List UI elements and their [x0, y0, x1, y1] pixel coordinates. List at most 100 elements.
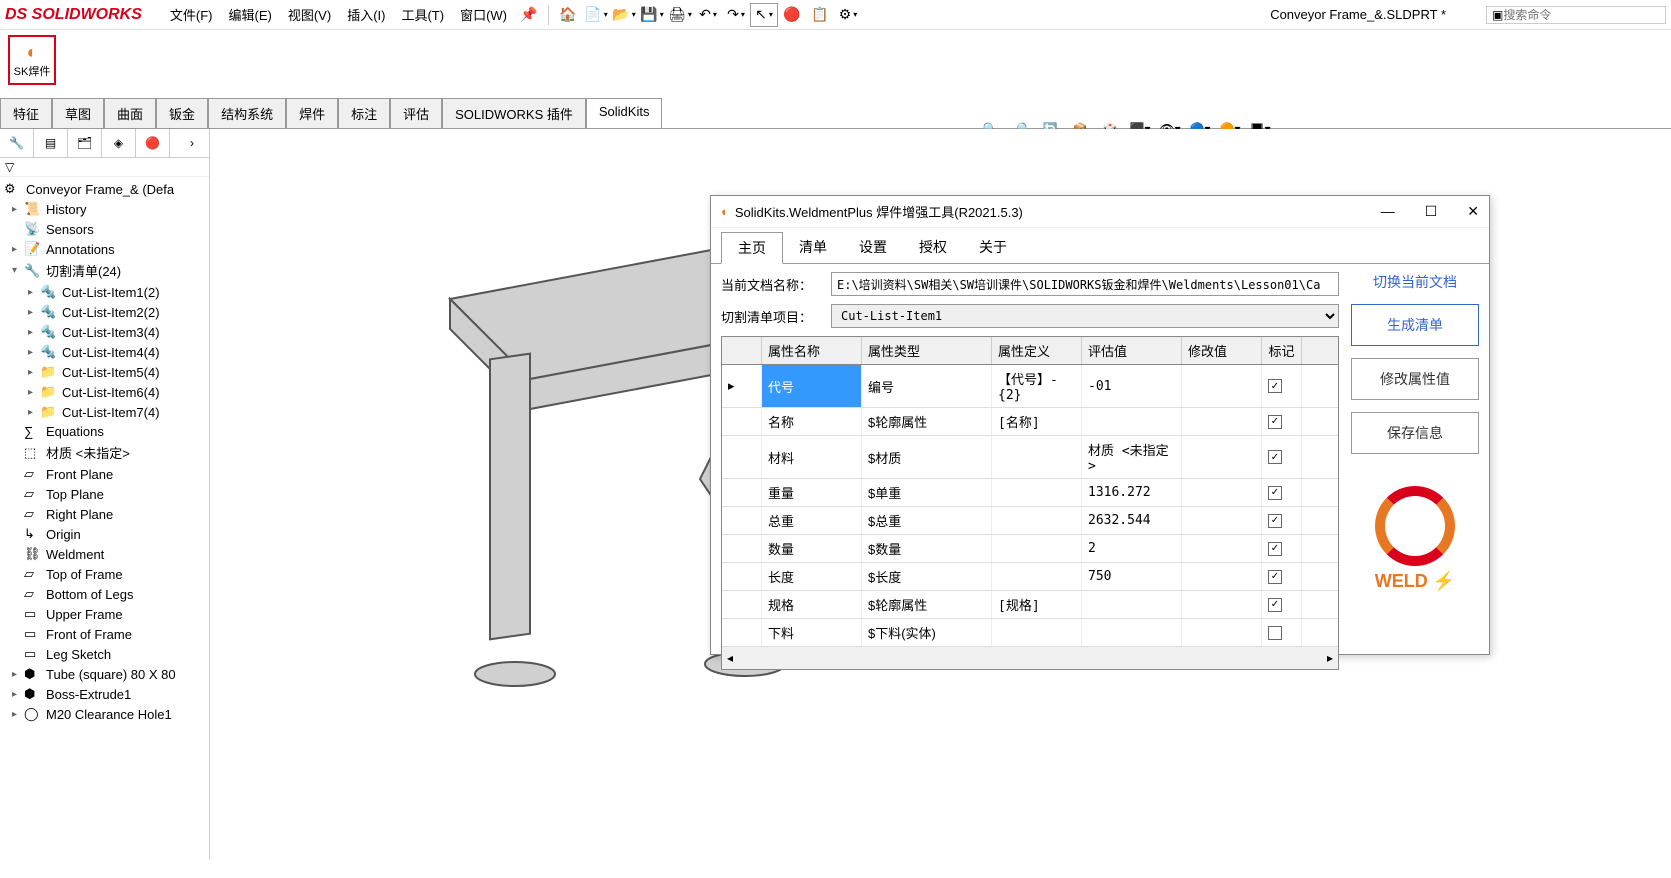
home-icon[interactable]: 🏠 — [554, 3, 582, 27]
row-selector[interactable] — [722, 535, 762, 562]
tree-item[interactable]: ▭Leg Sketch — [0, 644, 209, 664]
dialog-titlebar[interactable]: ◐ SolidKits.WeldmentPlus 焊件增强工具(R2021.5.… — [711, 196, 1489, 228]
grid-head-eval[interactable]: 评估值 — [1082, 337, 1182, 364]
cell-eval[interactable]: 材质 <未指定> — [1082, 436, 1182, 478]
menu-tools[interactable]: 工具(T) — [393, 5, 452, 24]
dlg-tab-license[interactable]: 授权 — [903, 232, 963, 263]
tree-item[interactable]: ▸🔩Cut-List-Item3(4) — [0, 322, 209, 342]
generate-list-button[interactable]: 生成清单 — [1351, 304, 1479, 346]
cell-mark[interactable]: ✓ — [1262, 479, 1302, 506]
cell-eval[interactable]: -01 — [1082, 365, 1182, 407]
grid-row[interactable]: 材料$材质材质 <未指定>✓ — [722, 436, 1338, 479]
cell-name[interactable]: 数量 — [762, 535, 862, 562]
cell-name[interactable]: 重量 — [762, 479, 862, 506]
sk-weldment-button[interactable]: ◐ SK焊件 — [8, 35, 56, 85]
new-icon[interactable]: 📄▾ — [582, 3, 610, 27]
row-selector[interactable]: ▸ — [722, 365, 762, 407]
tree-item[interactable]: ▸📁Cut-List-Item6(4) — [0, 382, 209, 402]
cell-def[interactable] — [992, 436, 1082, 478]
menu-view[interactable]: 视图(V) — [280, 5, 339, 24]
grid-row[interactable]: ▸代号编号【代号】-{2}-01✓ — [722, 365, 1338, 408]
minimize-icon[interactable]: — — [1381, 203, 1395, 220]
tab-addins[interactable]: SOLIDWORKS 插件 — [442, 98, 586, 128]
grid-scrollbar[interactable]: ◂▸ — [722, 647, 1338, 669]
cell-eval[interactable]: 2 — [1082, 535, 1182, 562]
menu-edit[interactable]: 编辑(E) — [221, 5, 280, 24]
cell-name[interactable]: 总重 — [762, 507, 862, 534]
tree-item[interactable]: ▸⬢Tube (square) 80 X 80 — [0, 664, 209, 684]
redo-icon[interactable]: ↷▾ — [722, 3, 750, 27]
cell-type[interactable]: $数量 — [862, 535, 992, 562]
grid-row[interactable]: 数量$数量 2 ✓ — [722, 535, 1338, 563]
filter-row[interactable]: ▽ — [0, 158, 209, 177]
cell-mark[interactable]: ✓ — [1262, 436, 1302, 478]
cell-def[interactable] — [992, 619, 1082, 646]
cell-name[interactable]: 规格 — [762, 591, 862, 618]
tree-item[interactable]: ▸🔩Cut-List-Item1(2) — [0, 282, 209, 302]
cell-name[interactable]: 材料 — [762, 436, 862, 478]
tree-item[interactable]: ⬚材质 <未指定> — [0, 441, 209, 464]
cell-mark[interactable] — [1262, 619, 1302, 646]
cell-type[interactable]: 编号 — [862, 365, 992, 407]
tree-item[interactable]: ▭Front of Frame — [0, 624, 209, 644]
doc-path-input[interactable] — [831, 272, 1339, 296]
tab-structure[interactable]: 结构系统 — [208, 98, 286, 128]
tree-item[interactable]: ▸📜History — [0, 199, 209, 219]
property-tab[interactable]: ▤ — [34, 129, 68, 157]
grid-head-type[interactable]: 属性类型 — [862, 337, 992, 364]
tab-annotate[interactable]: 标注 — [338, 98, 390, 128]
cell-mod[interactable] — [1182, 619, 1262, 646]
tree-item[interactable]: ▸📁Cut-List-Item5(4) — [0, 362, 209, 382]
tree-item[interactable]: ▸◯M20 Clearance Hole1 — [0, 704, 209, 724]
cell-mark[interactable]: ✓ — [1262, 365, 1302, 407]
expand-icon[interactable]: › — [175, 129, 209, 157]
grid-row[interactable]: 重量$单重1316.272✓ — [722, 479, 1338, 507]
cell-mark[interactable]: ✓ — [1262, 408, 1302, 435]
grid-row[interactable]: 规格$轮廓属性[规格]✓ — [722, 591, 1338, 619]
tab-evaluate[interactable]: 评估 — [390, 98, 442, 128]
config-tab[interactable]: 🗂 — [68, 129, 102, 157]
cell-type[interactable]: $单重 — [862, 479, 992, 506]
cell-type[interactable]: $长度 — [862, 563, 992, 590]
row-selector[interactable] — [722, 408, 762, 435]
tree-item[interactable]: ∑Equations — [0, 422, 209, 441]
tab-sketch[interactable]: 草图 — [52, 98, 104, 128]
cell-name[interactable]: 代号 — [762, 365, 862, 407]
tree-item[interactable]: ▸📁Cut-List-Item7(4) — [0, 402, 209, 422]
feature-tree-tab[interactable]: 🔧 — [0, 129, 34, 157]
grid-head-mark[interactable]: 标记 — [1262, 337, 1302, 364]
row-selector[interactable] — [722, 436, 762, 478]
cell-mod[interactable] — [1182, 563, 1262, 590]
cell-mod[interactable] — [1182, 365, 1262, 407]
cell-def[interactable] — [992, 563, 1082, 590]
tree-item[interactable]: ▸🔩Cut-List-Item2(2) — [0, 302, 209, 322]
cell-mark[interactable]: ✓ — [1262, 563, 1302, 590]
cell-type[interactable]: $下料(实体) — [862, 619, 992, 646]
tab-sheetmetal[interactable]: 钣金 — [156, 98, 208, 128]
cell-def[interactable] — [992, 535, 1082, 562]
tree-item[interactable]: 📡Sensors — [0, 219, 209, 239]
grid-row[interactable]: 下料$下料(实体) — [722, 619, 1338, 647]
row-selector[interactable] — [722, 563, 762, 590]
cell-type[interactable]: $轮廓属性 — [862, 408, 992, 435]
pin-icon[interactable]: 📌 — [515, 3, 543, 27]
grid-row[interactable]: 总重$总重2632.544✓ — [722, 507, 1338, 535]
cell-mod[interactable] — [1182, 479, 1262, 506]
cell-mark[interactable]: ✓ — [1262, 535, 1302, 562]
row-selector[interactable] — [722, 507, 762, 534]
grid-row[interactable]: 名称$轮廓属性[名称]✓ — [722, 408, 1338, 436]
tab-solidkits[interactable]: SolidKits — [586, 98, 663, 128]
cell-mod[interactable] — [1182, 408, 1262, 435]
dim-tab[interactable]: ◈ — [102, 129, 136, 157]
row-selector[interactable] — [722, 479, 762, 506]
tree-root[interactable]: ⚙ Conveyor Frame_& (Defa — [0, 179, 209, 199]
cell-eval[interactable]: 2632.544 — [1082, 507, 1182, 534]
cell-eval[interactable]: 750 — [1082, 563, 1182, 590]
row-selector[interactable] — [722, 619, 762, 646]
dlg-tab-settings[interactable]: 设置 — [843, 232, 903, 263]
tree-item[interactable]: ▱Bottom of Legs — [0, 584, 209, 604]
search-input[interactable] — [1503, 8, 1643, 22]
cell-mod[interactable] — [1182, 507, 1262, 534]
cell-mod[interactable] — [1182, 535, 1262, 562]
print-icon[interactable]: 🖨▾ — [666, 3, 694, 27]
